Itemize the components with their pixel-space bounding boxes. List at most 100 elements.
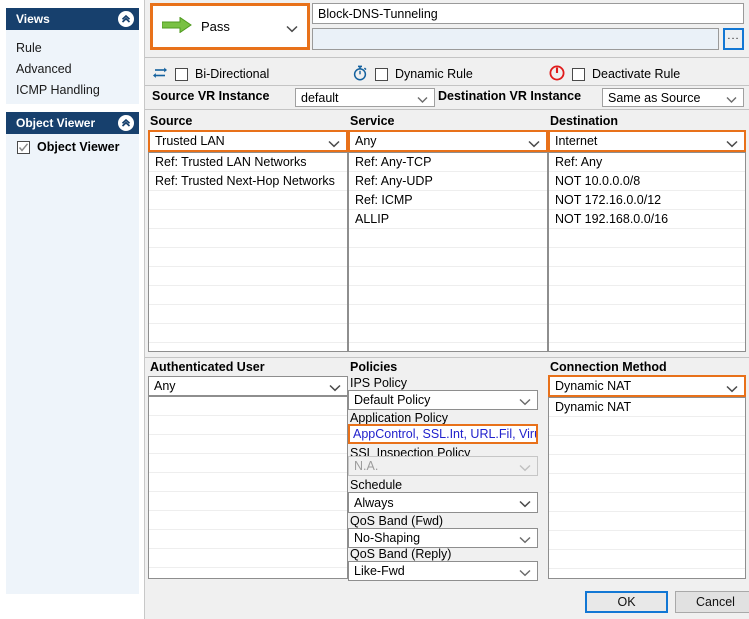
bi-directional-option[interactable]: Bi-Directional xyxy=(152,63,269,85)
cancel-button[interactable]: Cancel xyxy=(675,591,749,613)
list-item-empty xyxy=(349,305,547,324)
list-item[interactable]: NOT 192.168.0.0/16 xyxy=(549,210,745,229)
ok-button[interactable]: OK xyxy=(585,591,668,613)
schedule-dropdown[interactable]: Always xyxy=(348,492,538,513)
source-dropdown-value: Trusted LAN xyxy=(155,134,225,148)
qos-reply-dropdown[interactable]: Like-Fwd xyxy=(348,561,538,581)
chevron-down-icon xyxy=(286,22,298,36)
qos-fwd-dropdown[interactable]: No-Shaping xyxy=(348,528,538,548)
chevron-down-icon xyxy=(328,137,340,151)
action-dropdown[interactable]: Pass xyxy=(150,3,310,50)
sidebar-item-label: Advanced xyxy=(16,62,72,76)
list-item[interactable]: Ref: Any xyxy=(549,153,745,172)
list-item-empty xyxy=(349,267,547,286)
views-panel-title: Views xyxy=(16,12,50,26)
list-item[interactable]: Ref: ICMP xyxy=(349,191,547,210)
list-item-empty xyxy=(149,397,347,416)
list-item[interactable]: ALLIP xyxy=(349,210,547,229)
source-dropdown[interactable]: Trusted LAN xyxy=(148,130,348,152)
list-item-empty xyxy=(349,229,547,248)
checkbox-bi-directional[interactable] xyxy=(175,67,188,81)
list-item-empty xyxy=(149,435,347,454)
object-viewer-checkbox-row[interactable]: Object Viewer xyxy=(6,134,139,160)
ssl-inspection-policy-value: N.A. xyxy=(354,459,379,473)
checkbox-object-viewer[interactable] xyxy=(17,140,30,154)
sidebar-item-advanced[interactable]: Advanced xyxy=(6,59,139,80)
destination-dropdown[interactable]: Internet xyxy=(548,130,746,152)
list-item[interactable]: Ref: Trusted LAN Networks xyxy=(149,153,347,172)
ips-policy-value: Default Policy xyxy=(354,393,431,407)
source-vr-dropdown[interactable]: default xyxy=(295,88,435,107)
stopwatch-icon xyxy=(352,65,368,84)
service-dropdown[interactable]: Any xyxy=(348,130,548,152)
authenticated-user-dropdown[interactable]: Any xyxy=(148,376,348,396)
ok-button-label: OK xyxy=(617,595,636,609)
rule-description-input[interactable] xyxy=(312,28,719,50)
chevron-up-icon[interactable] xyxy=(118,115,134,131)
list-item[interactable]: Dynamic NAT xyxy=(549,398,745,417)
ips-policy-dropdown[interactable]: Default Policy xyxy=(348,390,538,410)
sidebar-item-icmp-handling[interactable]: ICMP Handling xyxy=(6,80,139,101)
views-panel-body: Rule Advanced ICMP Handling xyxy=(6,30,139,104)
service-list[interactable]: Ref: Any-TCP Ref: Any-UDP Ref: ICMP ALLI… xyxy=(348,152,548,352)
divider xyxy=(145,109,749,110)
list-item-empty xyxy=(549,550,745,569)
action-dropdown-value: Pass xyxy=(201,19,230,34)
chevron-down-icon xyxy=(329,381,341,395)
connection-method-dropdown[interactable]: Dynamic NAT xyxy=(548,375,746,397)
deactivate-rule-label: Deactivate Rule xyxy=(592,67,681,81)
list-item-empty xyxy=(549,417,745,436)
list-item-empty xyxy=(349,286,547,305)
check-icon xyxy=(18,142,29,152)
divider xyxy=(145,57,749,58)
checkbox-dynamic-rule[interactable] xyxy=(375,67,388,81)
chevron-down-icon xyxy=(519,461,531,475)
dynamic-rule-option[interactable]: Dynamic Rule xyxy=(352,63,473,85)
list-item-empty xyxy=(549,286,745,305)
qos-reply-value: Like-Fwd xyxy=(354,564,405,578)
list-item-empty xyxy=(549,267,745,286)
list-item-empty xyxy=(349,248,547,267)
power-icon xyxy=(549,65,565,84)
chevron-up-icon[interactable] xyxy=(118,11,134,27)
bidirectional-arrows-icon xyxy=(152,66,168,83)
checkbox-deactivate-rule[interactable] xyxy=(572,67,585,81)
chevron-down-icon xyxy=(528,137,540,151)
browse-button[interactable]: ... xyxy=(723,28,744,50)
list-item[interactable]: Ref: Trusted Next-Hop Networks xyxy=(149,172,347,191)
list-item-empty xyxy=(149,416,347,435)
qos-reply-label: QoS Band (Reply) xyxy=(350,547,452,561)
source-list[interactable]: Ref: Trusted LAN Networks Ref: Trusted N… xyxy=(148,152,348,352)
destination-vr-dropdown[interactable]: Same as Source xyxy=(602,88,744,107)
list-item-empty xyxy=(549,474,745,493)
list-item-empty xyxy=(149,305,347,324)
sidebar-item-label: ICMP Handling xyxy=(16,83,100,97)
list-item[interactable]: NOT 10.0.0.0/8 xyxy=(549,172,745,191)
list-item-empty xyxy=(149,530,347,549)
authenticated-user-title: Authenticated User xyxy=(150,360,265,374)
object-viewer-panel-body: Object Viewer xyxy=(6,134,139,594)
list-item[interactable]: Ref: Any-UDP xyxy=(349,172,547,191)
list-item-empty xyxy=(549,248,745,267)
list-item-empty xyxy=(149,492,347,511)
list-item[interactable]: Ref: Any-TCP xyxy=(349,153,547,172)
list-item-empty xyxy=(549,324,745,343)
list-item-empty xyxy=(549,305,745,324)
application-policy-link[interactable]: AppControl, SSL.Int, URL.Fil, Virus Sc..… xyxy=(348,424,538,444)
rule-name-input[interactable]: Block-DNS-Tunneling xyxy=(312,3,744,24)
bi-directional-label: Bi-Directional xyxy=(195,67,270,81)
connection-method-list[interactable]: Dynamic NAT xyxy=(548,397,746,579)
destination-list[interactable]: Ref: Any NOT 10.0.0.0/8 NOT 172.16.0.0/1… xyxy=(548,152,746,352)
list-item[interactable]: NOT 172.16.0.0/12 xyxy=(549,191,745,210)
list-item-empty xyxy=(149,210,347,229)
list-item-empty xyxy=(149,191,347,210)
deactivate-rule-option[interactable]: Deactivate Rule xyxy=(549,63,680,85)
browse-button-label: ... xyxy=(727,30,740,42)
object-viewer-panel-title: Object Viewer xyxy=(16,116,96,130)
chevron-down-icon xyxy=(519,533,531,547)
object-viewer-checkbox-label: Object Viewer xyxy=(37,140,120,154)
authenticated-user-list[interactable] xyxy=(148,396,348,579)
connection-method-value: Dynamic NAT xyxy=(555,379,632,393)
sidebar-item-rule[interactable]: Rule xyxy=(6,38,139,59)
destination-vr-label: Destination VR Instance xyxy=(438,89,582,103)
